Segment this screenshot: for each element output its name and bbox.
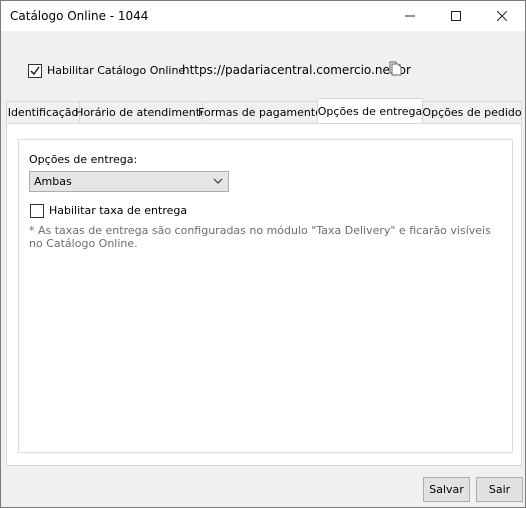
enable-fee-label: Habilitar taxa de entrega bbox=[49, 204, 188, 217]
exit-button[interactable]: Sair bbox=[476, 477, 523, 502]
tab-opcoes-entrega[interactable]: Opções de entrega bbox=[317, 98, 423, 123]
close-icon bbox=[497, 11, 507, 21]
tab-opcoes-pedido[interactable]: Opções de pedido bbox=[422, 101, 522, 122]
close-button[interactable] bbox=[479, 1, 525, 31]
tab-horario[interactable]: Horário de atendimento bbox=[75, 101, 207, 122]
minimize-button[interactable] bbox=[387, 1, 433, 31]
maximize-button[interactable] bbox=[433, 1, 479, 31]
enable-fee-checkbox[interactable] bbox=[30, 204, 44, 218]
tab-formas-pagamento[interactable]: Formas de pagamento bbox=[198, 101, 322, 122]
minimize-icon bbox=[405, 15, 415, 17]
maximize-icon bbox=[451, 11, 461, 21]
enable-catalog-checkbox[interactable] bbox=[28, 64, 42, 78]
tab-content: Opções de entrega: Ambas Habilitar taxa … bbox=[6, 123, 522, 466]
window-title: Catálogo Online - 1044 bbox=[10, 9, 149, 23]
check-icon bbox=[30, 66, 40, 76]
catalog-url: https://padariacentral.comercio.net.br bbox=[182, 63, 411, 77]
delivery-options-label: Opções de entrega: bbox=[29, 153, 138, 166]
top-panel: Habilitar Catálogo Online https://padari… bbox=[2, 31, 524, 101]
delivery-options-panel: Opções de entrega: Ambas Habilitar taxa … bbox=[18, 139, 513, 453]
chevron-down-icon bbox=[213, 178, 223, 184]
delivery-options-select[interactable]: Ambas bbox=[29, 171, 229, 192]
delivery-options-value: Ambas bbox=[34, 175, 72, 188]
enable-catalog-label: Habilitar Catálogo Online bbox=[47, 64, 186, 77]
copy-icon[interactable] bbox=[388, 61, 404, 77]
catalog-window: Catálogo Online - 1044 Habilitar Catálog… bbox=[0, 0, 526, 508]
save-button[interactable]: Salvar bbox=[423, 477, 470, 502]
delivery-fee-note: * As taxas de entrega são configuradas n… bbox=[29, 224, 491, 250]
title-bar: Catálogo Online - 1044 bbox=[1, 1, 525, 31]
tab-identificacao[interactable]: Identificação bbox=[6, 101, 80, 122]
